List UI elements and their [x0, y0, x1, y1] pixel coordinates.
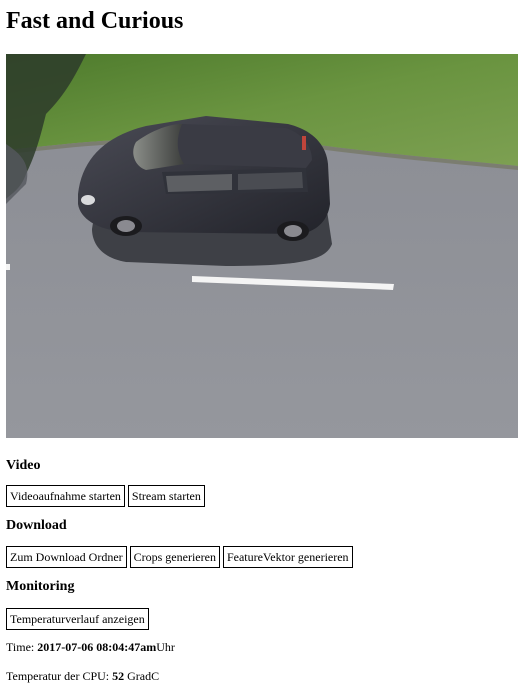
video-controls: Videoaufnahme starten Stream starten	[6, 485, 517, 507]
camera-feed-image	[6, 54, 518, 438]
time-suffix: Uhr	[156, 640, 175, 654]
monitoring-heading: Monitoring	[6, 579, 75, 594]
download-controls: Zum Download Ordner Crops generieren Fea…	[6, 546, 517, 568]
start-stream-button[interactable]: Stream starten	[127, 485, 205, 507]
cpu-temperature-status: Temperatur der CPU: 52 GradC	[6, 669, 517, 683]
download-folder-button[interactable]: Zum Download Ordner	[6, 546, 127, 568]
time-status: Time: 2017-07-06 08:04:47amUhr	[6, 640, 517, 654]
cpu-temp-suffix: GradC	[124, 669, 160, 683]
page: Fast and Curious Video Videoaufnahme sta…	[0, 0, 523, 683]
generate-crops-button[interactable]: Crops generieren	[129, 546, 220, 568]
monitoring-controls: Temperaturverlauf anzeigen	[6, 608, 517, 630]
cpu-temp-value: 52	[112, 669, 125, 683]
download-heading: Download	[6, 518, 67, 533]
temperature-history-button[interactable]: Temperaturverlauf anzeigen	[6, 608, 149, 630]
video-heading: Video	[6, 458, 41, 473]
page-title: Fast and Curious	[6, 8, 184, 34]
camera-feed	[6, 54, 518, 438]
time-value: 2017-07-06 08:04:47am	[37, 640, 157, 654]
time-prefix: Time:	[6, 640, 38, 654]
generate-feature-vector-button[interactable]: FeatureVektor generieren	[222, 546, 353, 568]
start-recording-button[interactable]: Videoaufnahme starten	[6, 485, 125, 507]
cpu-temp-prefix: Temperatur der CPU:	[6, 669, 113, 683]
